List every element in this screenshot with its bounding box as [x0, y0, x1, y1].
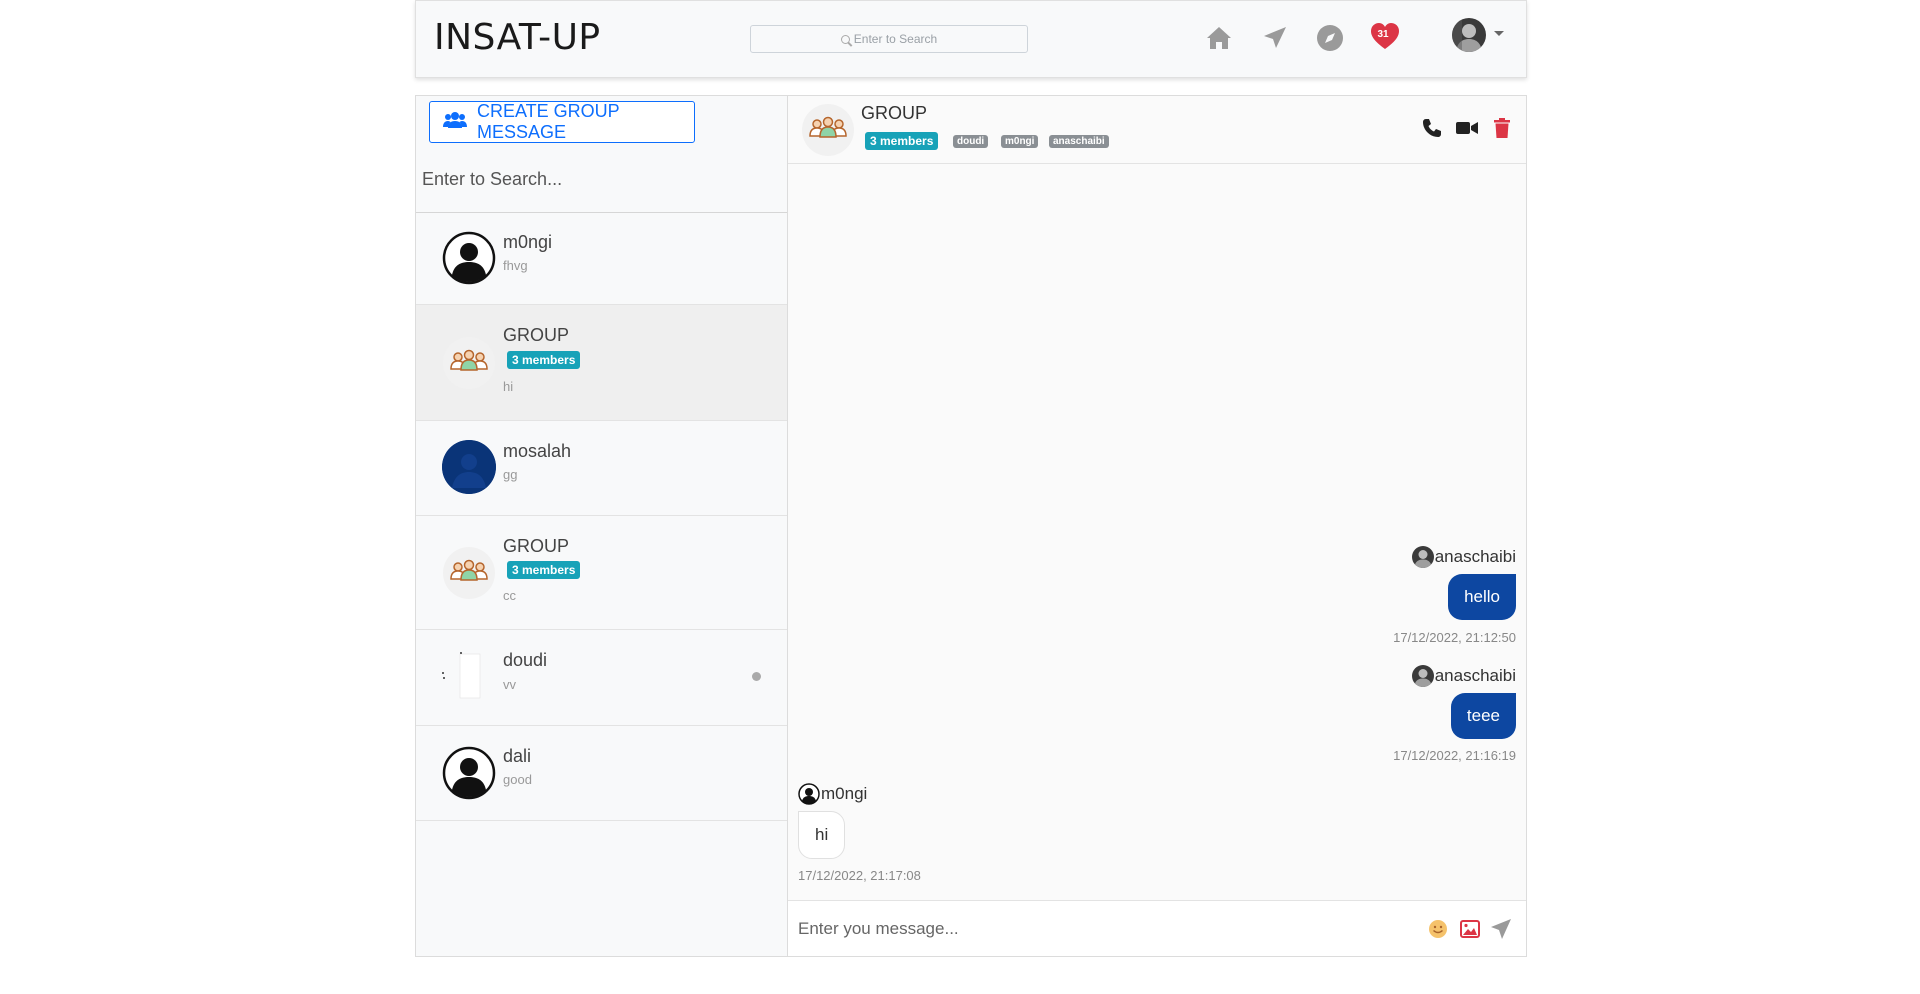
member-badge: doudi: [953, 135, 989, 148]
video-icon[interactable]: [1455, 116, 1479, 140]
message-sender: anaschaibi: [1411, 546, 1516, 568]
conversation-name: m0ngi: [503, 232, 553, 252]
create-group-button[interactable]: CREATE GROUP MESSAGE: [429, 101, 695, 143]
conversation-name: mosalah: [503, 441, 572, 461]
conversation-last-message: vv: [503, 677, 516, 692]
message-sender: anaschaibi: [1411, 665, 1516, 687]
conversation-last-message: hi: [503, 379, 514, 394]
send-icon[interactable]: [1258, 21, 1292, 55]
avatar: [798, 783, 820, 805]
message-timestamp: 17/12/2022, 21:16:19: [1393, 748, 1516, 763]
chat-title: GROUP: [861, 103, 928, 123]
compass-icon[interactable]: [1313, 21, 1347, 55]
message-bubble-outgoing: teee: [1450, 693, 1516, 739]
conversation-last-message: cc: [503, 588, 516, 603]
chat-panel: GROUP 3 members doudi m0ngi anaschaibi a…: [787, 95, 1527, 957]
member-badge: anaschaibi: [1049, 135, 1109, 148]
message-composer: Enter you message...: [788, 900, 1526, 956]
message-sender: m0ngi: [798, 783, 867, 805]
conversation-last-message: gg: [503, 467, 518, 482]
member-badge: m0ngi: [1001, 135, 1039, 148]
avatar: [1411, 546, 1434, 568]
conversation-search-input[interactable]: Enter to Search...: [416, 147, 787, 213]
global-search-input[interactable]: Enter to Search: [750, 25, 1028, 53]
conversation-last-message: fhvg: [503, 258, 528, 273]
image-icon[interactable]: [1458, 917, 1482, 941]
trash-icon[interactable]: [1490, 116, 1514, 140]
users-icon: [443, 111, 467, 134]
heart-icon[interactable]: 31: [1368, 19, 1402, 53]
conversation-sidebar: CREATE GROUP MESSAGE Enter to Search... …: [415, 95, 787, 957]
status-dot: [752, 672, 761, 681]
conversation-name: dali: [503, 746, 532, 766]
conversation-name: doudi: [503, 650, 548, 670]
avatar[interactable]: [1452, 18, 1486, 52]
message-timestamp: 17/12/2022, 21:17:08: [798, 868, 921, 883]
phone-icon[interactable]: [1420, 116, 1444, 140]
conversation-item[interactable]: m0ngi fhvg: [416, 213, 787, 305]
members-badge: 3 members: [865, 132, 939, 150]
conversation-item[interactable]: GROUP 3 members hi: [416, 305, 787, 421]
brand-logo[interactable]: INSAT-UP: [434, 17, 601, 58]
conversation-name: GROUP: [503, 536, 570, 556]
message-timestamp: 17/12/2022, 21:12:50: [1393, 630, 1516, 645]
group-avatar: [801, 103, 855, 157]
members-badge: 3 members: [507, 561, 581, 579]
avatar: [442, 440, 496, 494]
message-bubble-outgoing: hello: [1448, 574, 1516, 620]
emoji-icon[interactable]: [1426, 917, 1450, 941]
avatar: [442, 231, 496, 285]
group-avatar: [442, 546, 496, 600]
conversation-name: GROUP: [503, 325, 570, 345]
notification-count: 31: [1377, 29, 1389, 40]
avatar: [442, 648, 496, 702]
message-bubble-incoming: hi: [798, 811, 846, 859]
search-icon: [840, 34, 850, 44]
top-navbar: INSAT-UP Enter to Search 31: [415, 0, 1527, 78]
sender-name: m0ngi: [821, 784, 868, 803]
chevron-down-icon[interactable]: [1494, 31, 1504, 36]
sender-name: anaschaibi: [1434, 547, 1516, 566]
avatar: [1411, 665, 1434, 687]
home-icon[interactable]: [1202, 21, 1236, 55]
chat-header: GROUP 3 members doudi m0ngi anaschaibi: [788, 96, 1526, 164]
sender-name: anaschaibi: [1434, 666, 1516, 685]
create-group-label: CREATE GROUP MESSAGE: [477, 101, 620, 142]
conversation-item[interactable]: doudi vv: [416, 630, 787, 726]
search-placeholder: Enter to Search: [853, 32, 938, 46]
group-avatar: [442, 336, 496, 390]
avatar: [442, 746, 496, 800]
message-input[interactable]: Enter you message...: [798, 919, 959, 939]
conversation-last-message: good: [503, 772, 532, 787]
conversation-item[interactable]: mosalah gg: [416, 421, 787, 516]
send-icon[interactable]: [1489, 917, 1513, 941]
conversation-item[interactable]: dali good: [416, 726, 787, 821]
members-badge: 3 members: [507, 351, 581, 369]
conversation-item[interactable]: GROUP 3 members cc: [416, 516, 787, 630]
